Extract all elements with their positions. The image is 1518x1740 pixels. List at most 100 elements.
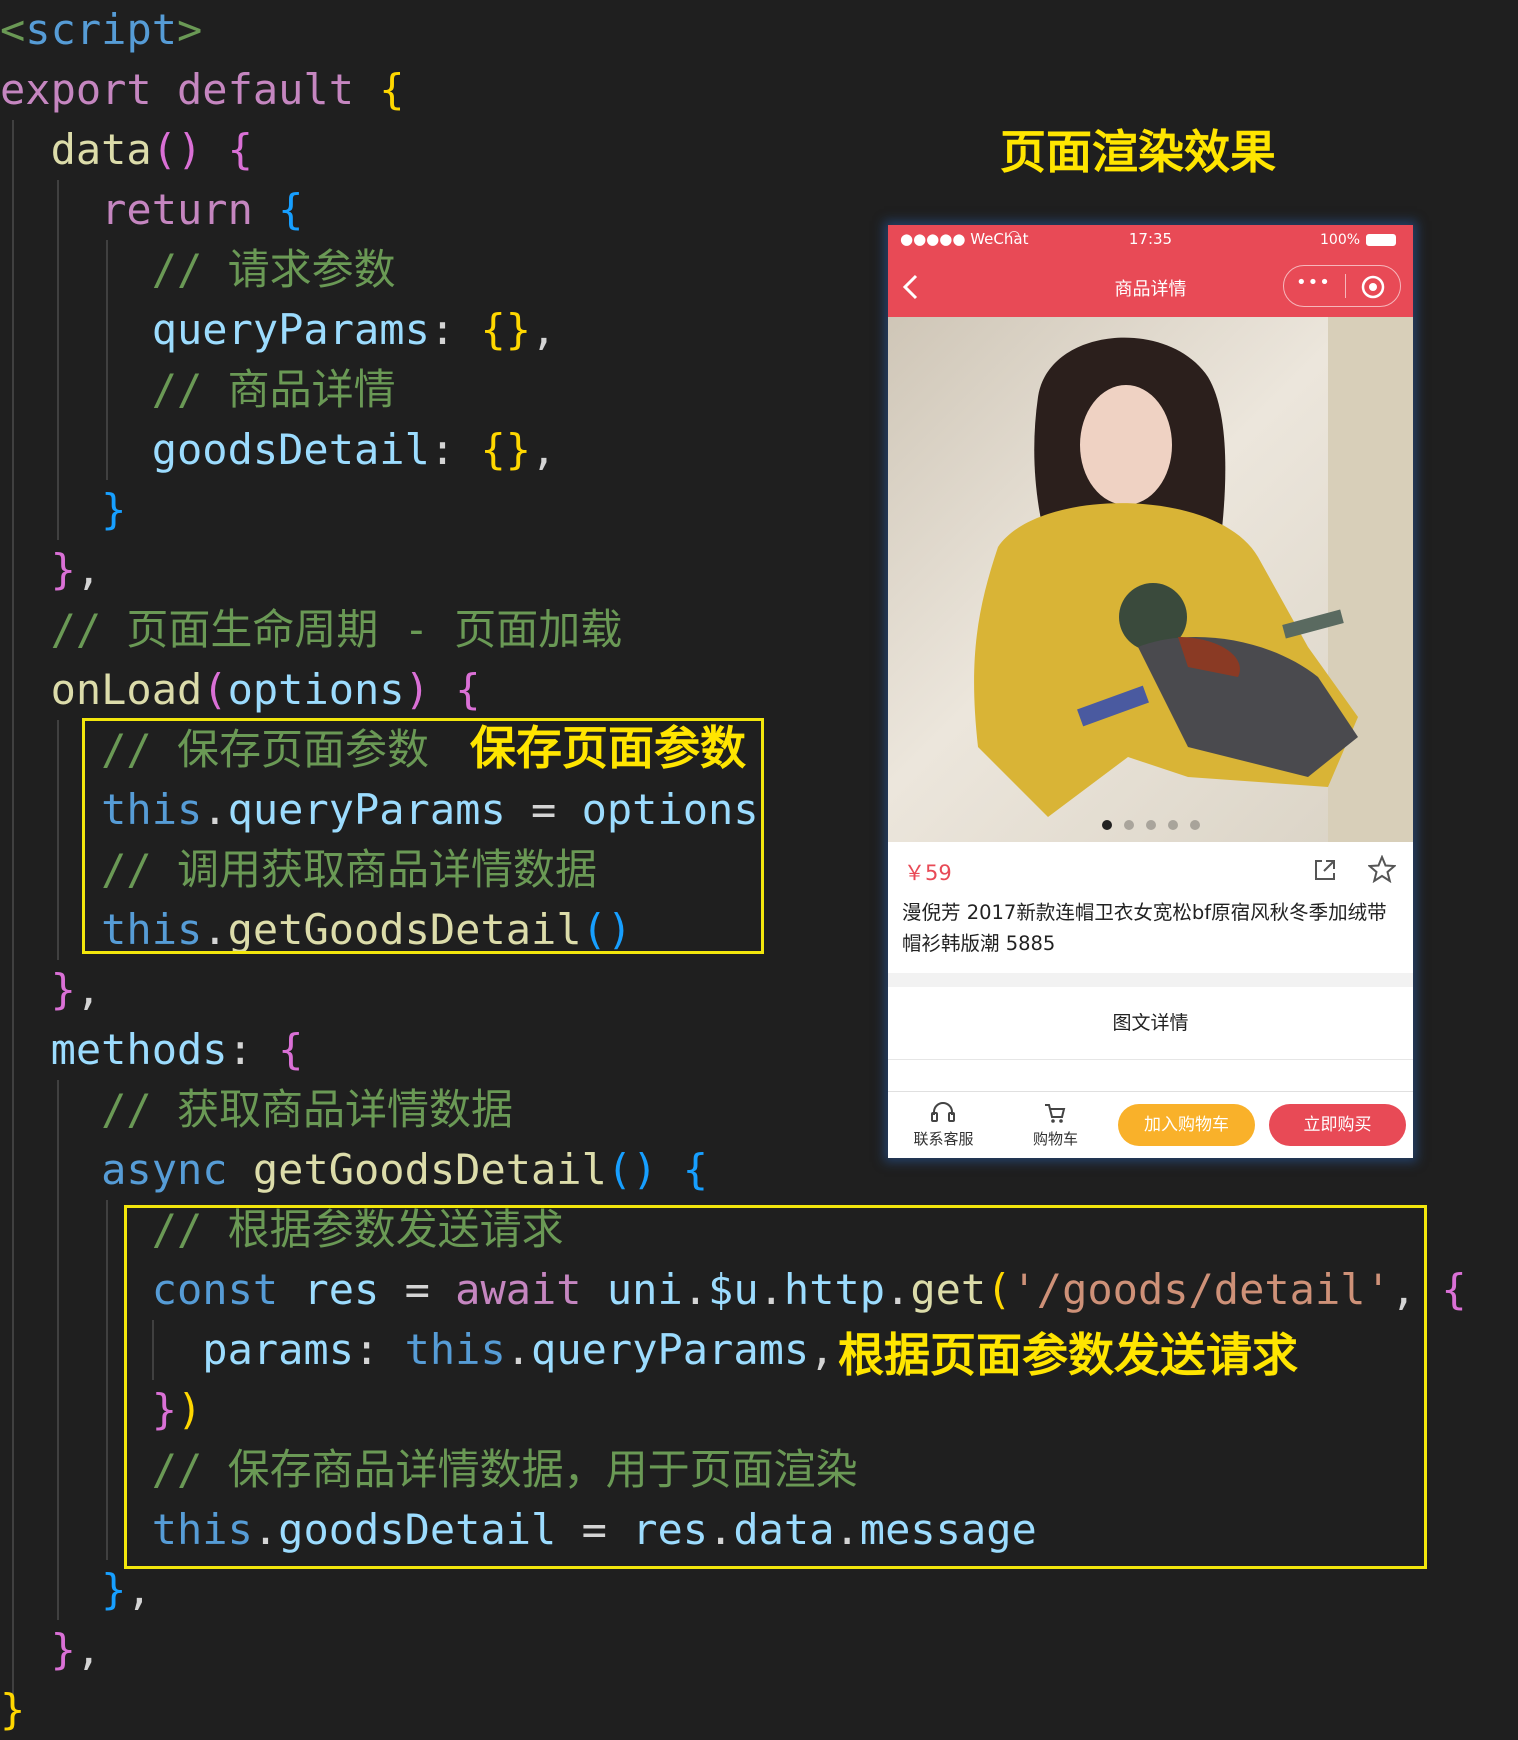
- battery-icon: [1366, 234, 1396, 246]
- render-title-annotation: 页面渲染效果: [1000, 125, 1276, 179]
- code-token: data: [0, 125, 152, 174]
- code-token: {: [1441, 1265, 1467, 1314]
- code-token: {}: [480, 305, 532, 354]
- carousel-dot[interactable]: [1168, 820, 1178, 830]
- code-token: >: [177, 5, 203, 54]
- code-line: // 请求参数: [0, 240, 396, 300]
- capsule-menu: •••: [1283, 265, 1401, 307]
- code-token: }: [0, 545, 76, 594]
- code-token: ,: [75, 545, 102, 594]
- carousel-dot[interactable]: [1190, 820, 1200, 830]
- code-line: },: [0, 540, 102, 600]
- code-token: ,: [531, 425, 557, 474]
- buy-now-button[interactable]: 立即购买: [1269, 1104, 1406, 1146]
- code-token: ,: [75, 1625, 102, 1674]
- code-line: },: [0, 1560, 152, 1620]
- carousel-dot[interactable]: [1146, 820, 1156, 830]
- code-token: goodsDetail: [0, 425, 430, 474]
- code-line: export default {: [0, 60, 405, 120]
- code-token: {: [682, 1145, 709, 1194]
- code-token: {: [278, 185, 304, 234]
- code-token: }: [0, 485, 127, 534]
- code-token: ,: [531, 305, 557, 354]
- close-target-icon[interactable]: [1360, 274, 1386, 300]
- cart-label[interactable]: 购物车: [1018, 1128, 1093, 1149]
- product-title: 漫倪芳 2017新款连帽卫衣女宽松bf原宿风秋冬季加绒带帽衫韩版潮 5885: [902, 901, 1387, 955]
- code-token: onLoad: [0, 665, 203, 714]
- code-line: goodsDetail: {},: [0, 420, 557, 480]
- code-token: queryParams: [0, 305, 430, 354]
- product-image[interactable]: [888, 317, 1413, 842]
- code-token: methods: [0, 1025, 228, 1074]
- code-line: async getGoodsDetail() {: [0, 1140, 708, 1200]
- battery-percent: 100%: [1320, 232, 1361, 248]
- code-line: }: [0, 480, 126, 540]
- code-token: {: [278, 1025, 304, 1074]
- section-divider: [888, 973, 1413, 987]
- save-params-annotation: 保存页面参数: [470, 721, 746, 775]
- code-token: (): [606, 1145, 658, 1194]
- product-photo-illustration: [974, 317, 1413, 842]
- carousel-dot[interactable]: [1124, 820, 1134, 830]
- code-token: options: [227, 665, 405, 714]
- code-line: },: [0, 1620, 102, 1680]
- code-token: // 商品详情: [0, 365, 396, 414]
- phone-preview: ●●●●● WeChat ◠ 17:35 100% 商品详情 ••• ￥59 漫…: [888, 225, 1413, 1158]
- code-token: }: [0, 965, 76, 1014]
- code-token: (): [151, 125, 203, 174]
- code-token: :: [429, 305, 481, 354]
- carousel-dot-active[interactable]: [1102, 820, 1112, 830]
- code-line: // 商品详情: [0, 360, 396, 420]
- favorite-star-icon[interactable]: [1368, 855, 1396, 883]
- code-token: :: [227, 1025, 279, 1074]
- code-token: ,: [75, 965, 102, 1014]
- nav-bar: 商品详情 •••: [888, 255, 1413, 317]
- code-line: queryParams: {},: [0, 300, 557, 360]
- code-token: {}: [480, 425, 532, 474]
- more-icon[interactable]: •••: [1296, 272, 1331, 293]
- code-token: // 页面生命周期 - 页面加载: [0, 605, 623, 654]
- product-price: ￥59: [904, 861, 952, 885]
- add-to-cart-button[interactable]: 加入购物车: [1118, 1104, 1255, 1146]
- code-token: }: [0, 1625, 76, 1674]
- code-line: },: [0, 960, 102, 1020]
- code-token: {: [455, 665, 481, 714]
- code-token: }: [0, 1685, 26, 1734]
- share-icon[interactable]: [1312, 857, 1338, 883]
- code-token: (: [202, 665, 228, 714]
- code-line: methods: {: [0, 1020, 304, 1080]
- tab-detail[interactable]: 图文详情: [888, 987, 1413, 1060]
- status-bar: ●●●●● WeChat ◠ 17:35 100%: [888, 225, 1413, 255]
- code-line: // 页面生命周期 - 页面加载: [0, 600, 623, 660]
- code-token: {: [227, 125, 253, 174]
- code-line: }: [0, 1680, 25, 1740]
- code-line: data() {: [0, 120, 253, 180]
- code-token: {: [379, 65, 405, 114]
- code-token: }: [0, 1565, 127, 1614]
- code-token: <: [0, 5, 26, 54]
- cart-icon[interactable]: [1043, 1102, 1067, 1124]
- headset-service-icon[interactable]: [930, 1100, 956, 1124]
- code-line: <script>: [0, 0, 202, 60]
- code-token: ,: [126, 1565, 152, 1614]
- code-token: // 请求参数: [0, 245, 396, 294]
- code-token: // 获取商品详情数据: [0, 1085, 514, 1134]
- code-line: return {: [0, 180, 303, 240]
- code-token: async: [0, 1145, 253, 1194]
- customer-service-label[interactable]: 联系客服: [906, 1128, 981, 1149]
- capsule-divider: [1345, 274, 1346, 298]
- code-token: :: [429, 425, 481, 474]
- code-line: onLoad(options) {: [0, 660, 481, 720]
- bottom-action-bar: 联系客服 购物车 加入购物车 立即购买: [888, 1091, 1413, 1158]
- send-request-annotation: 根据页面参数发送请求: [838, 1328, 1298, 1382]
- code-token: script: [25, 5, 178, 54]
- code-token: getGoodsDetail: [252, 1145, 607, 1194]
- code-token: return: [0, 185, 279, 234]
- code-line: // 获取商品详情数据: [0, 1080, 513, 1140]
- code-token: export default: [0, 65, 380, 114]
- code-token: ): [404, 665, 430, 714]
- highlight-box-request: [124, 1205, 1427, 1569]
